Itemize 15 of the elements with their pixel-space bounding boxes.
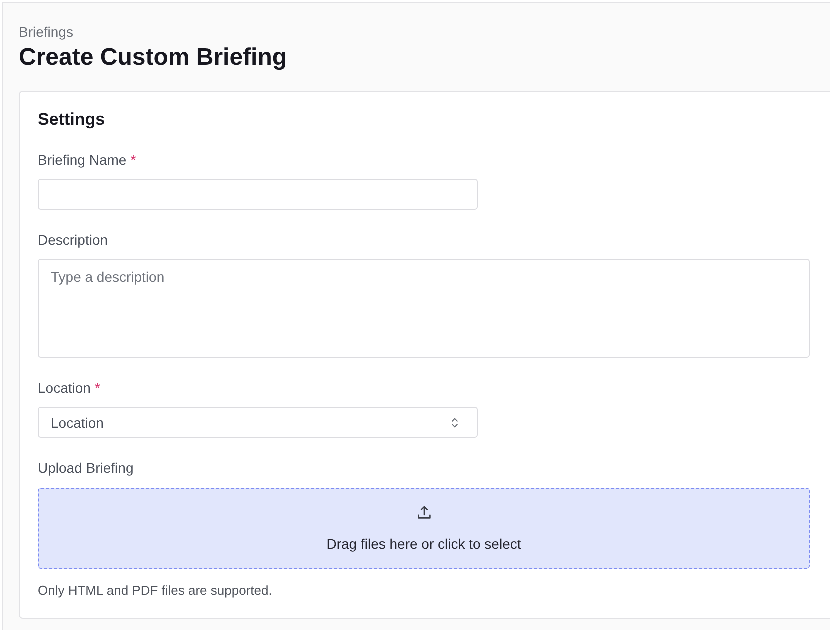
page-title: Create Custom Briefing bbox=[19, 43, 288, 73]
file-dropzone[interactable]: Drag files here or click to select bbox=[38, 488, 810, 569]
upload-icon bbox=[418, 506, 430, 519]
select-field[interactable]: Location bbox=[38, 407, 478, 438]
field-label: Description bbox=[38, 231, 108, 250]
field-label: Upload Briefing bbox=[38, 459, 134, 478]
text-input-field[interactable] bbox=[38, 179, 478, 210]
description-field[interactable]: Type a description bbox=[38, 259, 810, 358]
select-placeholder: Location bbox=[51, 414, 104, 430]
breadcrumb: Briefings bbox=[19, 23, 74, 41]
chevron-up-down-icon bbox=[452, 418, 458, 428]
hint-text: Only HTML and PDF files are supported. bbox=[38, 582, 274, 600]
field-label: Briefing Name * bbox=[38, 151, 136, 170]
field-label: Location * bbox=[38, 379, 100, 398]
card-title: Settings bbox=[38, 109, 106, 131]
